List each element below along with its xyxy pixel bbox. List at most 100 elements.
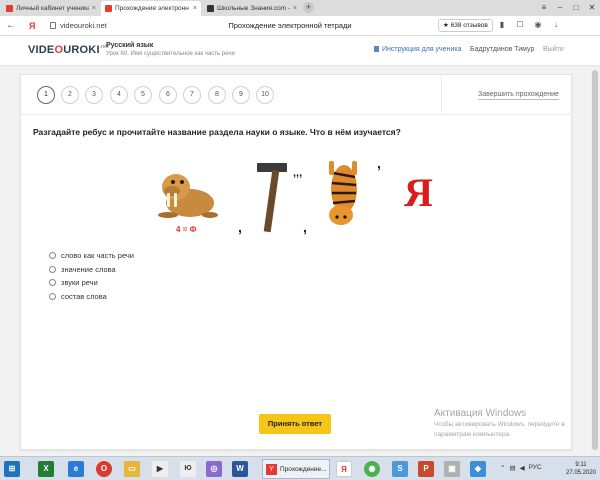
ie-icon[interactable]: e xyxy=(68,461,84,477)
windows-activation-watermark: Активация Windows Чтобы активировать Win… xyxy=(434,408,565,439)
course-info: Русский язык Урок 60. Имя существительно… xyxy=(106,42,235,57)
word-icon[interactable]: W xyxy=(232,461,248,477)
step-9[interactable]: 9 xyxy=(232,86,250,104)
watermark-line: Чтобы активировать Windows, перейдите в xyxy=(434,421,565,428)
taskbar-active-window[interactable]: Y Прохождение... xyxy=(262,459,330,479)
step-10[interactable]: 10 xyxy=(256,86,274,104)
tab-personal-cabinet[interactable]: Личный кабинет ученика × xyxy=(2,1,100,16)
browser-tab-bar: Личный кабинет ученика × Прохождение эле… xyxy=(0,0,600,16)
clock-date: 27.05.2020 xyxy=(565,470,597,476)
window-controls: ≡ – □ ✕ xyxy=(536,0,600,16)
protect-icon[interactable]: ◉ xyxy=(532,19,544,31)
tab-favicon xyxy=(105,5,112,12)
rebus-comma: , xyxy=(377,155,381,171)
windows-taskbar: ⊞ X e O ▭ ▶ Ю ◎ W Y Прохождение... Я ◉ S … xyxy=(0,456,600,480)
tab-label: Прохождение электронн xyxy=(115,5,189,12)
step-2[interactable]: 2 xyxy=(61,86,79,104)
app-icon-2[interactable]: ▣ xyxy=(444,461,460,477)
walrus-image xyxy=(158,174,218,218)
volume-icon[interactable]: ◀ xyxy=(520,464,525,472)
clock[interactable]: 9:11 27.05.2020 xyxy=(565,461,597,477)
step-5[interactable]: 5 xyxy=(134,86,152,104)
radio-button[interactable] xyxy=(49,265,56,273)
finish-link[interactable]: Завершить прохождение xyxy=(478,91,559,100)
scrollbar-thumb[interactable] xyxy=(592,70,598,450)
exercise-card: 1 2 3 4 5 6 7 8 9 10 Завершить прохожден… xyxy=(20,74,573,450)
language-indicator[interactable]: РУС xyxy=(529,464,542,472)
reviews-badge[interactable]: ★ 638 отзывов xyxy=(438,19,493,32)
minimize-icon[interactable]: – xyxy=(552,0,568,16)
address-bar-actions: ▮ ☐ ◉ ↓ xyxy=(496,19,562,31)
instruction-link[interactable]: Инструкция для ученика xyxy=(374,46,461,53)
yandex-browser-icon: Y xyxy=(266,463,277,475)
close-icon[interactable]: × xyxy=(193,5,197,12)
close-icon[interactable]: × xyxy=(92,5,96,12)
page-title: Прохождение электронной тетради xyxy=(228,21,352,30)
answer-option[interactable]: слово как часть речи xyxy=(49,249,134,263)
tab-label: Школьные Знания.com - xyxy=(217,5,290,12)
hammer-image xyxy=(257,163,287,233)
radio-button[interactable] xyxy=(49,252,56,260)
course-title: Русский язык xyxy=(106,42,154,49)
chrome-icon[interactable]: ◉ xyxy=(364,461,380,477)
rebus-commas: ,,, xyxy=(293,167,303,179)
site-header: VIDEOUROKI.net Русский язык Урок 60. Имя… xyxy=(0,36,600,66)
chevron-up-icon[interactable]: ⌃ xyxy=(500,464,505,472)
steps-navigation: 1 2 3 4 5 6 7 8 9 10 Завершить прохожден… xyxy=(21,75,573,115)
url-field[interactable]: videouroki.net xyxy=(60,21,107,30)
step-1[interactable]: 1 xyxy=(37,86,55,104)
opera-icon[interactable]: O xyxy=(96,461,112,477)
clock-time: 9:11 xyxy=(575,462,587,468)
back-icon[interactable]: ← xyxy=(6,20,16,32)
network-icon[interactable]: ▤ xyxy=(509,464,515,472)
rebus-comma: , xyxy=(303,219,307,235)
radio-button[interactable] xyxy=(49,279,56,287)
tab-favicon xyxy=(6,5,13,12)
app-icon[interactable]: Ю xyxy=(180,461,196,477)
tab-favicon xyxy=(207,5,214,12)
step-4[interactable]: 4 xyxy=(110,86,128,104)
tab-active-notebook[interactable]: Прохождение электронн × xyxy=(101,1,201,16)
app-icon-3[interactable]: ◆ xyxy=(470,461,486,477)
bookmark-icon[interactable]: ▮ xyxy=(496,19,508,31)
radio-button[interactable] xyxy=(49,292,56,300)
answer-option[interactable]: значение слова xyxy=(49,263,134,277)
close-window-icon[interactable]: ✕ xyxy=(584,0,600,16)
answer-option[interactable]: звуки речи xyxy=(49,276,134,290)
yandex-icon[interactable]: Я xyxy=(29,20,35,32)
new-tab-button[interactable]: + xyxy=(303,2,314,13)
page-scrollbar[interactable] xyxy=(590,66,600,456)
folder-icon[interactable]: ▭ xyxy=(124,461,140,477)
tab-label: Личный кабинет ученика xyxy=(16,5,89,12)
maximize-icon[interactable]: □ xyxy=(568,0,584,16)
close-icon[interactable]: × xyxy=(293,5,297,12)
media-player-icon[interactable]: ▶ xyxy=(152,461,168,477)
download-icon[interactable]: ↓ xyxy=(550,19,562,31)
lock-icon xyxy=(50,22,56,29)
logout-link[interactable]: Выйти xyxy=(543,46,564,53)
submit-answer-button[interactable]: Принять ответ xyxy=(259,414,331,434)
skype-icon[interactable]: S xyxy=(392,461,408,477)
menu-icon[interactable]: ≡ xyxy=(536,0,552,16)
tab-znaniya[interactable]: Школьные Знания.com - × xyxy=(203,1,301,16)
step-7[interactable]: 7 xyxy=(183,86,201,104)
rebus-comma: , xyxy=(238,219,242,235)
user-name[interactable]: Бадрутдинов Тимур xyxy=(470,46,534,53)
finish-area: Завершить прохождение xyxy=(441,75,573,115)
answer-options: слово как часть речи значение слова звук… xyxy=(49,249,134,303)
reader-icon[interactable]: ☐ xyxy=(514,19,526,31)
videouroki-logo[interactable]: VIDEOUROKI.net xyxy=(28,44,109,56)
powerpoint-icon[interactable]: P xyxy=(418,461,434,477)
document-icon xyxy=(374,46,379,52)
tiger-image xyxy=(329,161,357,225)
answer-option[interactable]: состав слова xyxy=(49,290,134,304)
watermark-line: параметрам компьютера. xyxy=(434,431,511,438)
yandex-icon[interactable]: Я xyxy=(336,461,352,477)
step-8[interactable]: 8 xyxy=(208,86,226,104)
excel-icon[interactable]: X xyxy=(38,461,54,477)
viber-icon[interactable]: ◎ xyxy=(206,461,222,477)
lesson-title: Урок 60. Имя существительное как часть р… xyxy=(106,51,235,57)
step-3[interactable]: 3 xyxy=(85,86,103,104)
start-icon[interactable]: ⊞ xyxy=(4,461,20,477)
step-6[interactable]: 6 xyxy=(159,86,177,104)
